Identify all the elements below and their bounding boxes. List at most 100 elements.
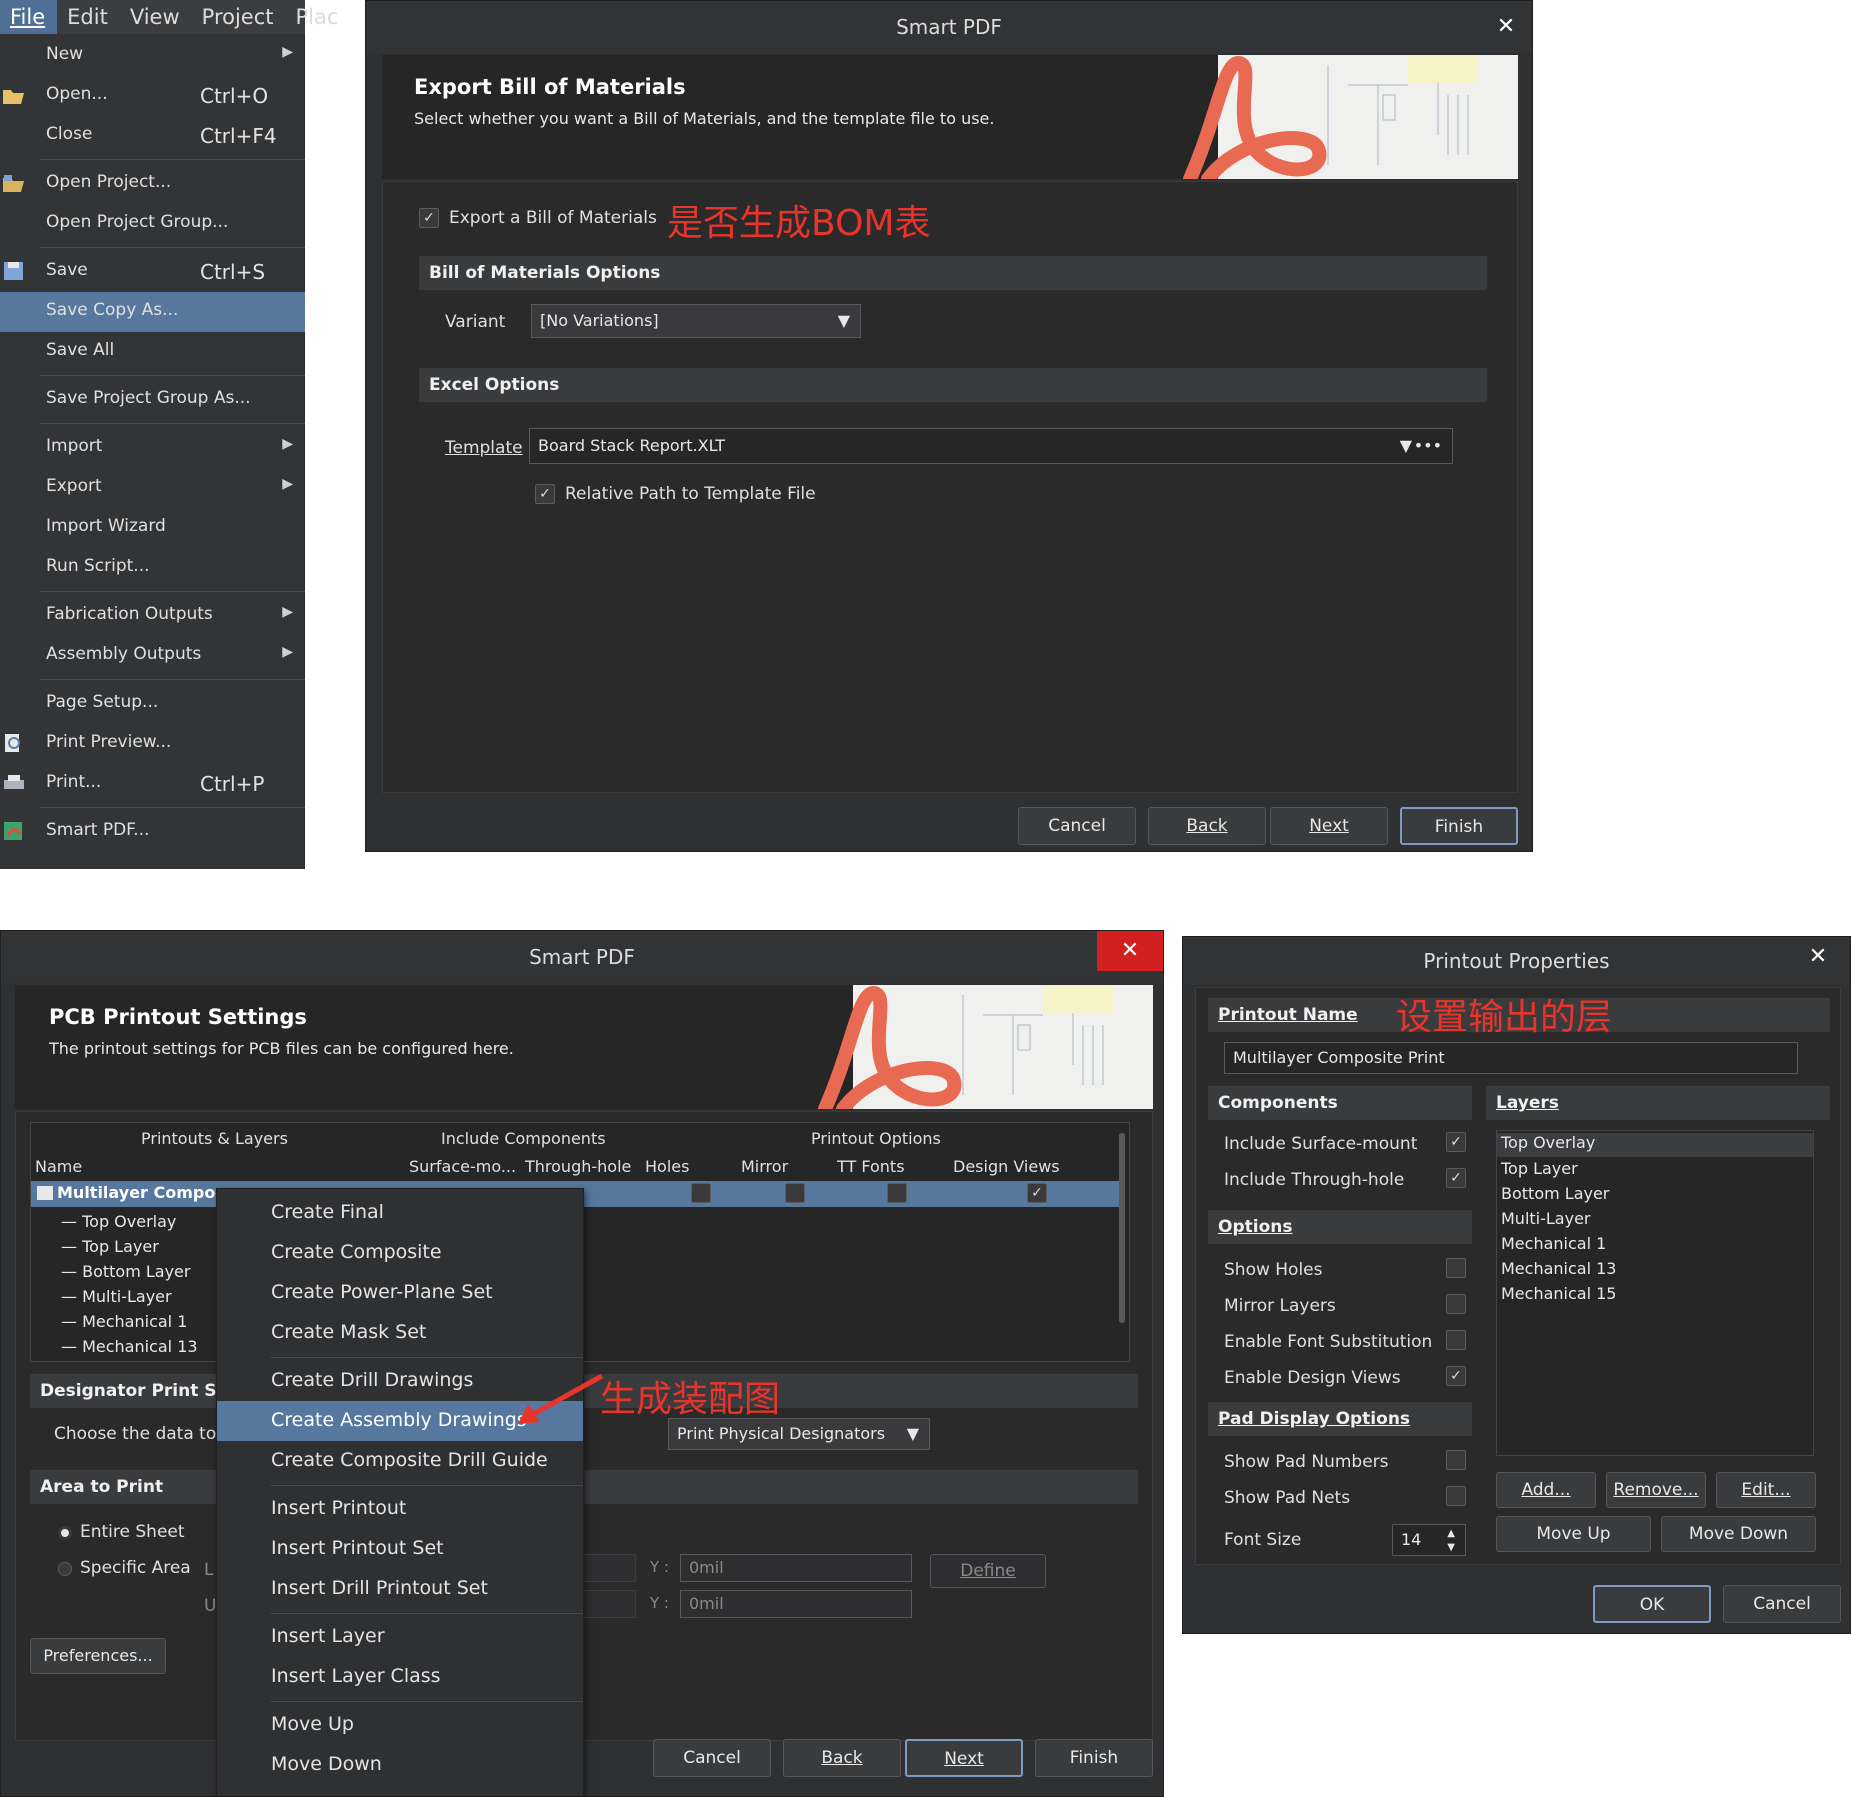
- add-layer-button[interactable]: Add...: [1496, 1472, 1596, 1508]
- holes-checkbox[interactable]: [691, 1183, 711, 1203]
- list-item[interactable]: Mechanical 15: [1501, 1284, 1616, 1303]
- menu-item-save[interactable]: Save Ctrl+S: [0, 252, 305, 292]
- ok-button[interactable]: OK: [1593, 1585, 1711, 1623]
- variant-select[interactable]: [No Variations] ▼: [531, 304, 861, 338]
- design-views-checkbox[interactable]: ✓: [1027, 1183, 1047, 1203]
- menu-item-import[interactable]: Import ▶: [0, 428, 305, 468]
- list-item[interactable]: Mechanical 13: [1501, 1259, 1616, 1278]
- show-pad-numbers-checkbox[interactable]: [1446, 1450, 1466, 1470]
- x2-field[interactable]: [576, 1590, 636, 1618]
- menu-edit[interactable]: Edit: [57, 0, 120, 34]
- close-icon[interactable]: ✕: [1097, 931, 1163, 971]
- back-button[interactable]: Back: [783, 1739, 901, 1777]
- cancel-button[interactable]: Cancel: [1018, 807, 1136, 845]
- menu-place[interactable]: Plac: [286, 0, 351, 34]
- cancel-button[interactable]: Cancel: [653, 1739, 771, 1777]
- close-icon[interactable]: ✕: [1800, 939, 1836, 975]
- edit-layer-button[interactable]: Edit...: [1716, 1472, 1816, 1508]
- list-item[interactable]: Multi-Layer: [1501, 1209, 1591, 1228]
- list-item[interactable]: — Bottom Layer: [61, 1259, 198, 1284]
- list-item[interactable]: Top Overlay: [1497, 1133, 1813, 1157]
- menu-item-run-script[interactable]: Run Script...: [0, 548, 305, 588]
- printout-name-input[interactable]: Multilayer Composite Print: [1224, 1042, 1798, 1074]
- list-item[interactable]: Top Layer: [1501, 1159, 1578, 1178]
- column-through-hole[interactable]: Through-hole: [525, 1157, 631, 1176]
- menu-project[interactable]: Project: [192, 0, 286, 34]
- designator-select[interactable]: Print Physical Designators ▼: [668, 1418, 930, 1450]
- specific-area-radio[interactable]: [58, 1562, 72, 1576]
- design-views-checkbox[interactable]: ✓: [1446, 1366, 1466, 1386]
- show-holes-checkbox[interactable]: [1446, 1258, 1466, 1278]
- tt-fonts-checkbox[interactable]: [887, 1183, 907, 1203]
- column-design-views[interactable]: Design Views: [953, 1157, 1060, 1176]
- list-item[interactable]: — Multi-Layer: [61, 1284, 198, 1309]
- include-th-checkbox[interactable]: ✓: [1446, 1168, 1466, 1188]
- define-button[interactable]: Define: [930, 1554, 1046, 1588]
- show-pad-nets-checkbox[interactable]: [1446, 1486, 1466, 1506]
- menu-item-import-wizard[interactable]: Import Wizard: [0, 508, 305, 548]
- column-name[interactable]: Name: [35, 1157, 82, 1176]
- x1-field[interactable]: [576, 1554, 636, 1582]
- context-item-move-down[interactable]: Move Down: [217, 1745, 583, 1785]
- browse-ellipsis-icon[interactable]: •••: [1414, 429, 1442, 463]
- move-down-button[interactable]: Move Down: [1661, 1516, 1816, 1552]
- menu-item-save-project-group-as[interactable]: Save Project Group As...: [0, 380, 305, 420]
- menu-item-close[interactable]: Close Ctrl+F4: [0, 116, 305, 156]
- close-icon[interactable]: ✕: [1488, 9, 1524, 45]
- export-bom-checkbox[interactable]: ✓: [419, 208, 439, 228]
- scrollbar[interactable]: [1119, 1133, 1125, 1323]
- back-button[interactable]: Back: [1148, 807, 1266, 845]
- include-smt-checkbox[interactable]: ✓: [1446, 1132, 1466, 1152]
- context-item-insert-printout-set[interactable]: Insert Printout Set: [217, 1529, 583, 1569]
- menu-item-export[interactable]: Export ▶: [0, 468, 305, 508]
- list-item[interactable]: Mechanical 1: [1501, 1234, 1606, 1253]
- context-item-create-power-plane-set[interactable]: Create Power-Plane Set: [217, 1273, 583, 1313]
- menu-file[interactable]: File: [0, 0, 58, 34]
- finish-button[interactable]: Finish: [1035, 1739, 1153, 1777]
- menu-item-save-all[interactable]: Save All: [0, 332, 305, 372]
- list-item[interactable]: — Top Layer: [61, 1234, 198, 1259]
- cancel-button[interactable]: Cancel: [1723, 1585, 1841, 1623]
- context-item-insert-layer-class[interactable]: Insert Layer Class: [217, 1657, 583, 1697]
- column-holes[interactable]: Holes: [645, 1157, 689, 1176]
- font-subst-checkbox[interactable]: [1446, 1330, 1466, 1350]
- list-item[interactable]: — Mechanical 13: [61, 1334, 198, 1359]
- menu-item-open-project[interactable]: Open Project...: [0, 164, 305, 204]
- mirror-layers-checkbox[interactable]: [1446, 1294, 1466, 1314]
- menu-item-print[interactable]: Print... Ctrl+P: [0, 764, 305, 804]
- font-size-stepper[interactable]: 14 ▲ ▼: [1392, 1524, 1466, 1556]
- finish-button[interactable]: Finish: [1400, 807, 1518, 845]
- context-item-create-final[interactable]: Create Final: [217, 1193, 583, 1233]
- menu-item-assembly-outputs[interactable]: Assembly Outputs ▶: [0, 636, 305, 676]
- remove-layer-button[interactable]: Remove...: [1606, 1472, 1706, 1508]
- entire-sheet-radio[interactable]: [58, 1526, 72, 1540]
- stepper-arrows-icon[interactable]: ▲ ▼: [1447, 1527, 1455, 1555]
- menu-item-smart-pdf[interactable]: Smart PDF...: [0, 812, 305, 852]
- menu-item-page-setup[interactable]: Page Setup...: [0, 684, 305, 724]
- column-mirror[interactable]: Mirror: [741, 1157, 788, 1176]
- context-item-create-composite[interactable]: Create Composite: [217, 1233, 583, 1273]
- menu-item-open-project-group[interactable]: Open Project Group...: [0, 204, 305, 244]
- context-item-move-up[interactable]: Move Up: [217, 1705, 583, 1745]
- context-item-create-mask-set[interactable]: Create Mask Set: [217, 1313, 583, 1353]
- relative-path-checkbox[interactable]: ✓: [535, 484, 555, 504]
- list-item[interactable]: — Mechanical 1: [61, 1309, 198, 1334]
- next-button[interactable]: Next: [1270, 807, 1388, 845]
- y2-field[interactable]: 0mil: [680, 1590, 912, 1618]
- menu-view[interactable]: View: [120, 0, 192, 34]
- list-item[interactable]: Bottom Layer: [1501, 1184, 1609, 1203]
- menu-item-print-preview[interactable]: Print Preview...: [0, 724, 305, 764]
- context-item-create-composite-drill-guide[interactable]: Create Composite Drill Guide: [217, 1441, 583, 1481]
- template-select[interactable]: Board Stack Report.XLT ▼ •••: [529, 428, 1453, 464]
- menu-item-fabrication-outputs[interactable]: Fabrication Outputs ▶: [0, 596, 305, 636]
- move-up-button[interactable]: Move Up: [1496, 1516, 1651, 1552]
- menu-item-save-copy-as[interactable]: Save Copy As...: [0, 292, 305, 332]
- column-surface-mount[interactable]: Surface-mo...: [409, 1157, 516, 1176]
- context-item-insert-layer[interactable]: Insert Layer: [217, 1617, 583, 1657]
- column-tt-fonts[interactable]: TT Fonts: [837, 1157, 905, 1176]
- preferences-button[interactable]: Preferences...: [30, 1638, 166, 1674]
- y1-field[interactable]: 0mil: [680, 1554, 912, 1582]
- context-item-insert-printout[interactable]: Insert Printout: [217, 1489, 583, 1529]
- mirror-checkbox[interactable]: [785, 1183, 805, 1203]
- menu-item-open[interactable]: Open... Ctrl+O: [0, 76, 305, 116]
